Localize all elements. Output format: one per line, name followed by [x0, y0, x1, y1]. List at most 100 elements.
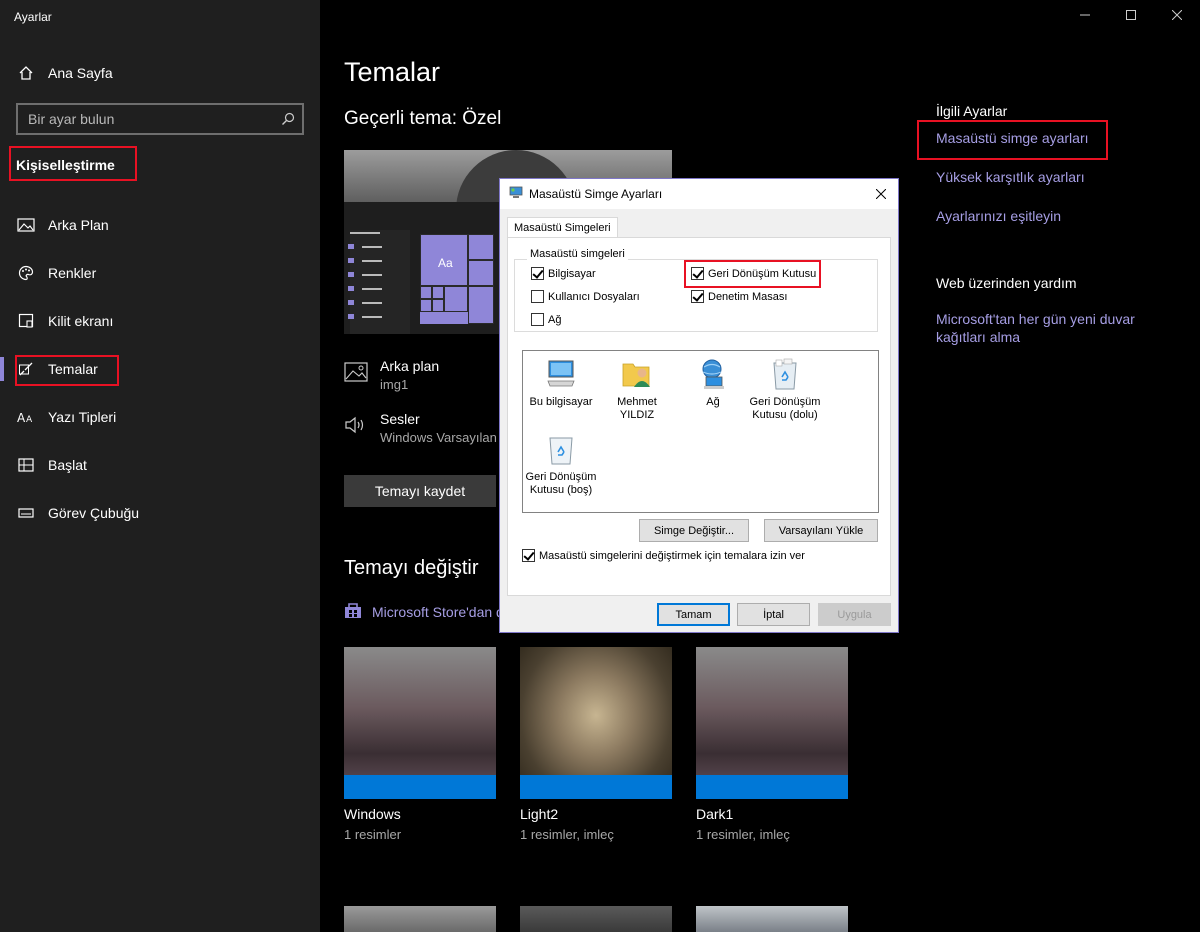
- maximize-button[interactable]: [1108, 0, 1154, 32]
- checkbox-computer[interactable]: Bilgisayar: [531, 267, 596, 280]
- ok-button[interactable]: Tamam: [657, 603, 730, 626]
- maximize-icon: [1126, 7, 1136, 25]
- checkbox-box[interactable]: [531, 267, 544, 280]
- icon-label: Ağ: [706, 396, 720, 408]
- sidebar-item-colors[interactable]: Renkler: [0, 253, 320, 293]
- theme-info: 1 resimler, imleç: [696, 827, 790, 842]
- restore-default-button[interactable]: Varsayılanı Yükle: [764, 519, 878, 542]
- svg-text:A: A: [17, 411, 26, 424]
- checkbox-control-panel[interactable]: Denetim Masası: [691, 290, 787, 303]
- icon-label: Kutusu (boş): [529, 484, 593, 496]
- daily-wallpaper-link[interactable]: Microsoft'tan her gün yeni duvar kağıtla…: [936, 311, 1135, 345]
- icon-label: Geri Dönüşüm: [749, 396, 821, 408]
- minimize-icon: [1080, 7, 1090, 25]
- checkbox-label: Ağ: [548, 313, 562, 326]
- sync-settings-link[interactable]: Ayarlarınızı eşitleyin: [936, 208, 1061, 224]
- minimize-button[interactable]: [1062, 0, 1108, 32]
- theme-name: Windows: [344, 806, 401, 822]
- checkbox-box[interactable]: [531, 290, 544, 303]
- checkbox-recycle-bin[interactable]: Geri Dönüşüm Kutusu: [691, 267, 816, 280]
- computer-icon: [523, 356, 599, 392]
- background-label: Arka plan: [380, 358, 440, 374]
- theme-card-partial[interactable]: [520, 906, 672, 932]
- checkbox-label: Masaüstü simgelerini değiştirmek için te…: [539, 549, 805, 562]
- dialog-titlebar[interactable]: Masaüstü Simge Ayarları: [500, 179, 898, 209]
- sidebar-item-fonts[interactable]: AA Yazı Tipleri: [0, 397, 320, 437]
- image-icon: [16, 218, 36, 232]
- close-icon: [1171, 7, 1183, 25]
- search-box[interactable]: [16, 103, 304, 135]
- close-icon: [876, 189, 886, 199]
- checkbox-box[interactable]: [522, 549, 535, 562]
- sidebar-item-lock-screen[interactable]: Kilit ekranı: [0, 301, 320, 341]
- taskbar-icon: [16, 507, 36, 519]
- sidebar-item-start[interactable]: Başlat: [0, 445, 320, 485]
- user-folder-icon: [599, 356, 675, 392]
- preview-tiles: Aa: [420, 234, 494, 324]
- theme-card-dark1[interactable]: Dark1 1 resimler, imleç: [696, 647, 848, 842]
- current-theme-title: Geçerli tema: Özel: [344, 108, 502, 129]
- checkbox-box[interactable]: [531, 313, 544, 326]
- list-item[interactable]: Bu bilgisayar: [523, 356, 599, 409]
- store-link[interactable]: Microsoft Store'dan d: [344, 601, 504, 622]
- theme-thumbnail: [696, 647, 848, 799]
- sidebar-item-taskbar[interactable]: Görev Çubuğu: [0, 493, 320, 533]
- search-input[interactable]: [18, 105, 274, 133]
- dialog-close-button[interactable]: [868, 182, 894, 206]
- cancel-button[interactable]: İptal: [737, 603, 810, 626]
- sidebar-item-label: Temalar: [48, 361, 98, 377]
- close-button[interactable]: [1154, 0, 1200, 32]
- theme-card-light2[interactable]: Light2 1 resimler, imleç: [520, 647, 672, 842]
- brush-icon: [16, 361, 36, 377]
- search-icon[interactable]: [274, 112, 302, 126]
- related-settings-title: İlgili Ayarlar: [936, 103, 1008, 119]
- palette-icon: [16, 265, 36, 281]
- section-title: Kişiselleştirme: [16, 157, 115, 173]
- sidebar-item-home[interactable]: Ana Sayfa: [0, 53, 320, 93]
- desktop-settings-icon: [509, 185, 523, 204]
- sidebar-item-themes[interactable]: Temalar: [0, 349, 320, 389]
- speaker-icon: [344, 415, 368, 438]
- list-item[interactable]: Geri Dönüşüm Kutusu (boş): [523, 431, 599, 497]
- tab-desktop-icons[interactable]: Masaüstü Simgeleri: [507, 217, 618, 238]
- sounds-label: Sesler: [380, 411, 420, 427]
- dialog-title: Masaüstü Simge Ayarları: [529, 187, 663, 201]
- checkbox-network[interactable]: Ağ: [531, 313, 561, 326]
- home-icon: [16, 65, 36, 81]
- sidebar-item-label: Başlat: [48, 457, 87, 473]
- apply-button[interactable]: Uygula: [818, 603, 891, 626]
- sidebar-item-background[interactable]: Arka Plan: [0, 205, 320, 245]
- theme-info: 1 resimler: [344, 827, 402, 842]
- list-item[interactable]: Mehmet YILDIZ: [599, 356, 675, 422]
- change-icon-button[interactable]: Simge Değiştir...: [639, 519, 749, 542]
- list-item[interactable]: Ağ: [675, 356, 751, 409]
- theme-thumbnail: [344, 647, 496, 799]
- theme-card-partial[interactable]: [696, 906, 848, 932]
- checkbox-label: Bilgisayar: [548, 267, 596, 280]
- checkbox-box[interactable]: [691, 290, 704, 303]
- checkbox-allow-themes[interactable]: Masaüstü simgelerini değiştirmek için te…: [522, 549, 805, 562]
- desktop-icon-settings-link[interactable]: Masaüstü simge ayarları: [936, 130, 1089, 146]
- theme-name: Dark1: [696, 806, 734, 822]
- checkbox-label: Kullanıcı Dosyaları: [548, 290, 640, 303]
- daily-wallpaper-link-line: kağıtları alma: [936, 329, 1021, 345]
- theme-card-windows[interactable]: Windows 1 resimler: [344, 647, 496, 842]
- checkbox-label: Geri Dönüşüm Kutusu: [708, 267, 817, 280]
- checkbox-label: Denetim Masası: [708, 290, 788, 303]
- theme-card-partial[interactable]: [344, 906, 496, 932]
- network-icon: [675, 356, 751, 392]
- sounds-value: Windows Varsayılan: [380, 430, 497, 445]
- font-icon: AA: [16, 410, 36, 424]
- theme-info: 1 resimler, imleç: [520, 827, 614, 842]
- sidebar-item-label: Ana Sayfa: [48, 65, 113, 81]
- checkbox-user-files[interactable]: Kullanıcı Dosyaları: [531, 290, 640, 303]
- web-help-title: Web üzerinden yardım: [936, 275, 1077, 291]
- high-contrast-link[interactable]: Yüksek karşıtlık ayarları: [936, 169, 1085, 185]
- desktop-icon-settings-dialog: Masaüstü Simge Ayarları Masaüstü Simgele…: [499, 178, 899, 633]
- list-item[interactable]: Geri Dönüşüm Kutusu (dolu): [747, 356, 823, 422]
- background-value: img1: [380, 377, 409, 392]
- icon-label: Mehmet: [617, 396, 657, 408]
- preview-tile-text: Aa: [438, 256, 453, 270]
- save-theme-button[interactable]: Temayı kaydet: [344, 475, 496, 507]
- checkbox-box[interactable]: [691, 267, 704, 280]
